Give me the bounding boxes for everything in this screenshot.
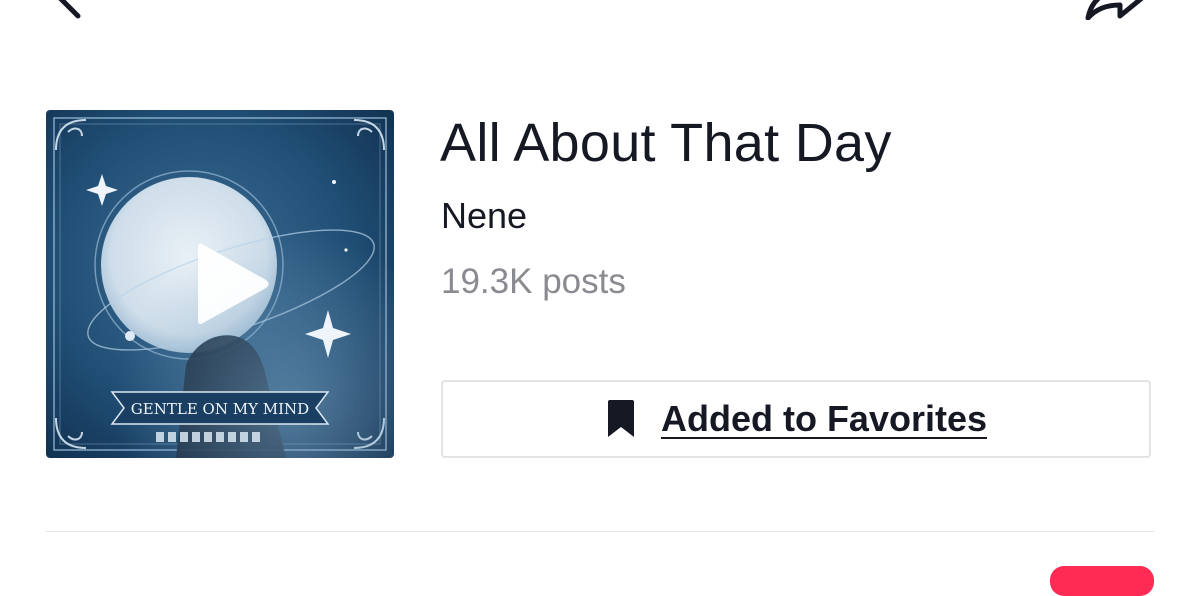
sound-title: All About That Day — [440, 113, 892, 173]
added-to-favorites-button[interactable]: Added to Favorites — [441, 380, 1151, 458]
use-this-sound-button[interactable] — [1050, 566, 1154, 596]
back-button[interactable] — [52, 0, 96, 20]
share-button[interactable] — [1084, 0, 1146, 20]
favorites-label: Added to Favorites — [660, 398, 988, 439]
play-button[interactable] — [194, 238, 272, 330]
play-icon — [198, 243, 269, 324]
divider — [46, 531, 1154, 532]
post-count: 19.3K posts — [441, 262, 626, 301]
artist-name[interactable]: Nene — [441, 195, 527, 237]
cover-banner-text: GENTLE ON MY MIND — [131, 400, 309, 418]
share-arrow-icon — [1085, 0, 1144, 20]
album-cover[interactable]: GENTLE ON MY MIND — [46, 110, 394, 458]
chevron-left-icon — [58, 0, 81, 19]
bookmark-filled-icon — [607, 400, 634, 437]
